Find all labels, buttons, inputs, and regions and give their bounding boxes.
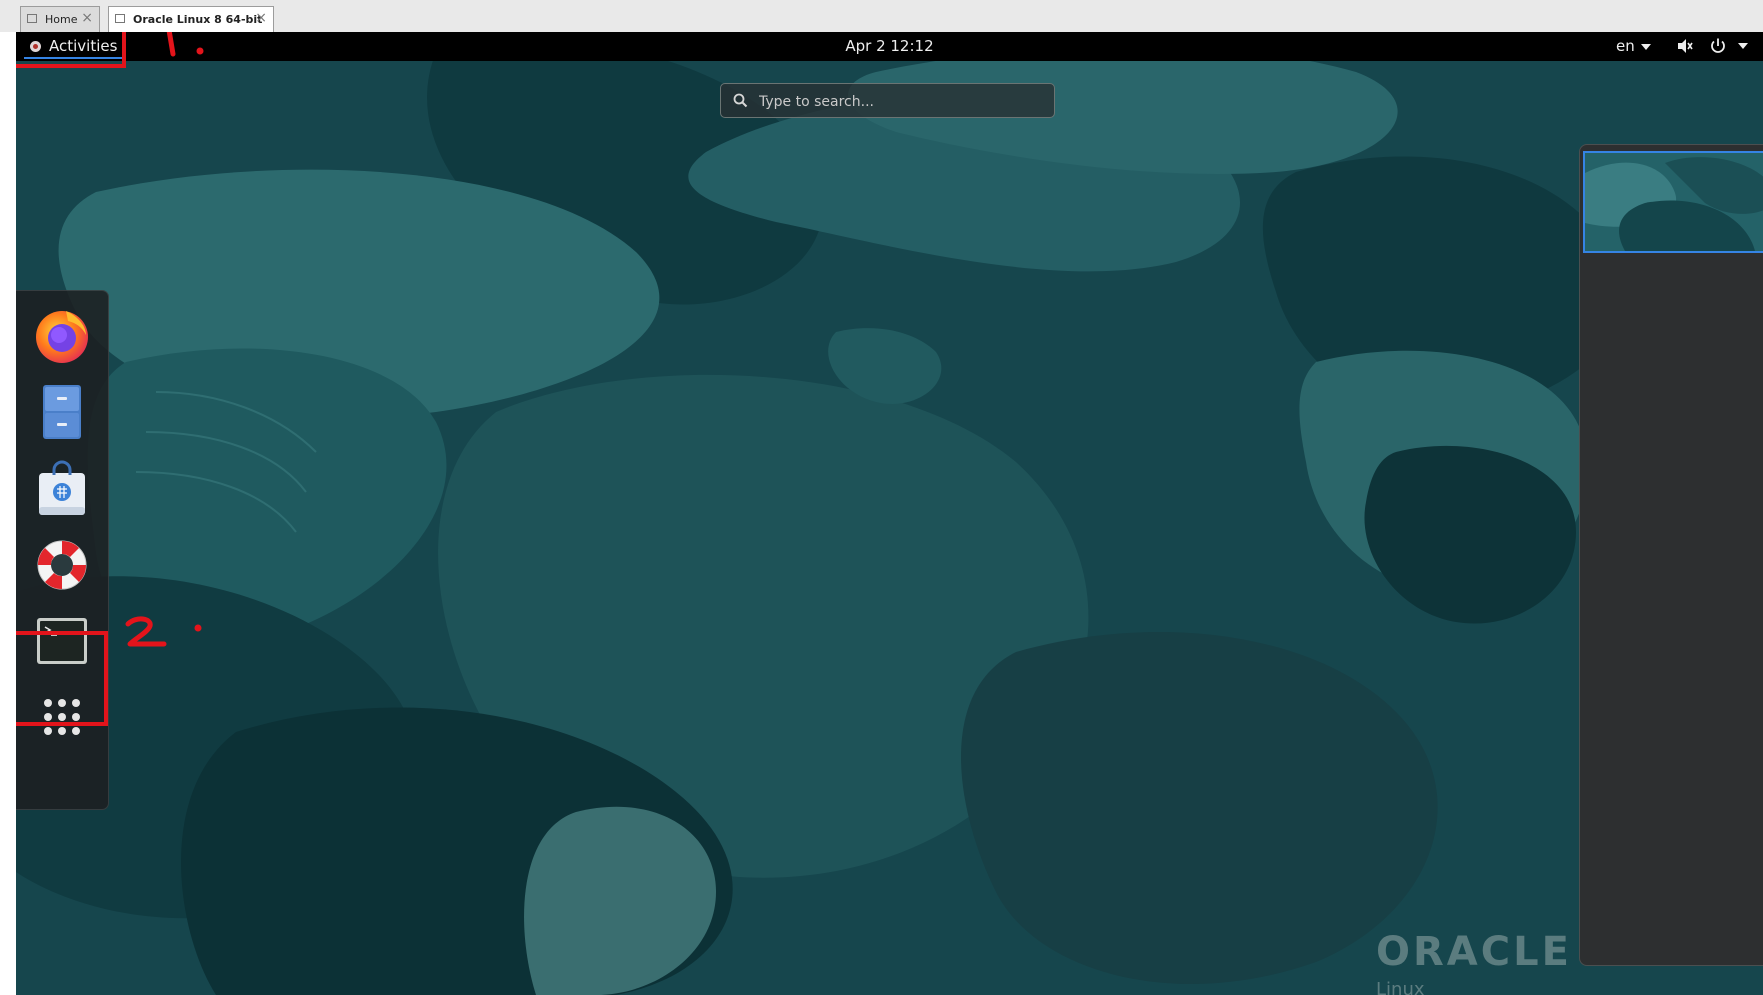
workspace-thumbnail[interactable] bbox=[1583, 151, 1763, 253]
gnome-desktop: Activities Apr 2 12:12 en Type to search… bbox=[16, 32, 1763, 995]
dash-item-help[interactable] bbox=[32, 535, 92, 595]
chevron-down-icon bbox=[1640, 43, 1651, 50]
home-icon bbox=[27, 14, 37, 23]
search-field[interactable] bbox=[720, 83, 1055, 118]
dash bbox=[16, 290, 109, 810]
vm-tab-oracle-linux[interactable]: Oracle Linux 8 64-bit × bbox=[108, 6, 274, 32]
vm-tab-strip: Home × Oracle Linux 8 64-bit × bbox=[0, 0, 1763, 33]
close-icon[interactable]: × bbox=[81, 10, 93, 26]
clock[interactable]: Apr 2 12:12 bbox=[16, 37, 1763, 55]
dash-item-firefox[interactable] bbox=[32, 305, 92, 365]
workspace-switcher bbox=[1579, 144, 1763, 966]
search-input[interactable] bbox=[757, 90, 1049, 113]
search-icon bbox=[733, 93, 748, 108]
speaker-muted-icon bbox=[1678, 38, 1693, 53]
shopping-bag-icon bbox=[39, 460, 85, 515]
vm-icon bbox=[115, 14, 125, 23]
annotation-box-activities bbox=[16, 32, 126, 68]
annotation-box-terminal bbox=[16, 631, 108, 726]
oracle-linux-watermark: ORACLE Linux bbox=[1376, 929, 1572, 995]
annotation-mark-2 bbox=[125, 616, 202, 647]
lifebuoy-icon bbox=[37, 540, 87, 590]
system-menu[interactable] bbox=[1676, 36, 1748, 55]
dash-item-software[interactable] bbox=[32, 459, 92, 519]
dash-item-files[interactable] bbox=[32, 381, 92, 441]
annotation-mark-1 bbox=[166, 32, 204, 57]
language-indicator[interactable]: en bbox=[1616, 37, 1651, 55]
vm-tab-home[interactable]: Home × bbox=[20, 6, 100, 32]
close-icon[interactable]: × bbox=[255, 10, 267, 26]
watermark-brand: ORACLE bbox=[1376, 929, 1572, 975]
workspace-preview bbox=[1585, 153, 1763, 251]
language-label: en bbox=[1616, 37, 1635, 55]
vm-tab-label: Home bbox=[45, 13, 78, 26]
vm-tab-label: Oracle Linux 8 64-bit bbox=[133, 13, 263, 26]
power-icon bbox=[1710, 38, 1725, 53]
host-window-edge bbox=[0, 32, 17, 995]
firefox-icon bbox=[36, 311, 88, 363]
top-bar: Activities Apr 2 12:12 en bbox=[16, 32, 1763, 61]
wallpaper bbox=[16, 32, 1763, 995]
file-cabinet-icon bbox=[43, 385, 81, 439]
chevron-down-icon bbox=[1737, 42, 1748, 49]
watermark-product: Linux bbox=[1376, 979, 1425, 995]
